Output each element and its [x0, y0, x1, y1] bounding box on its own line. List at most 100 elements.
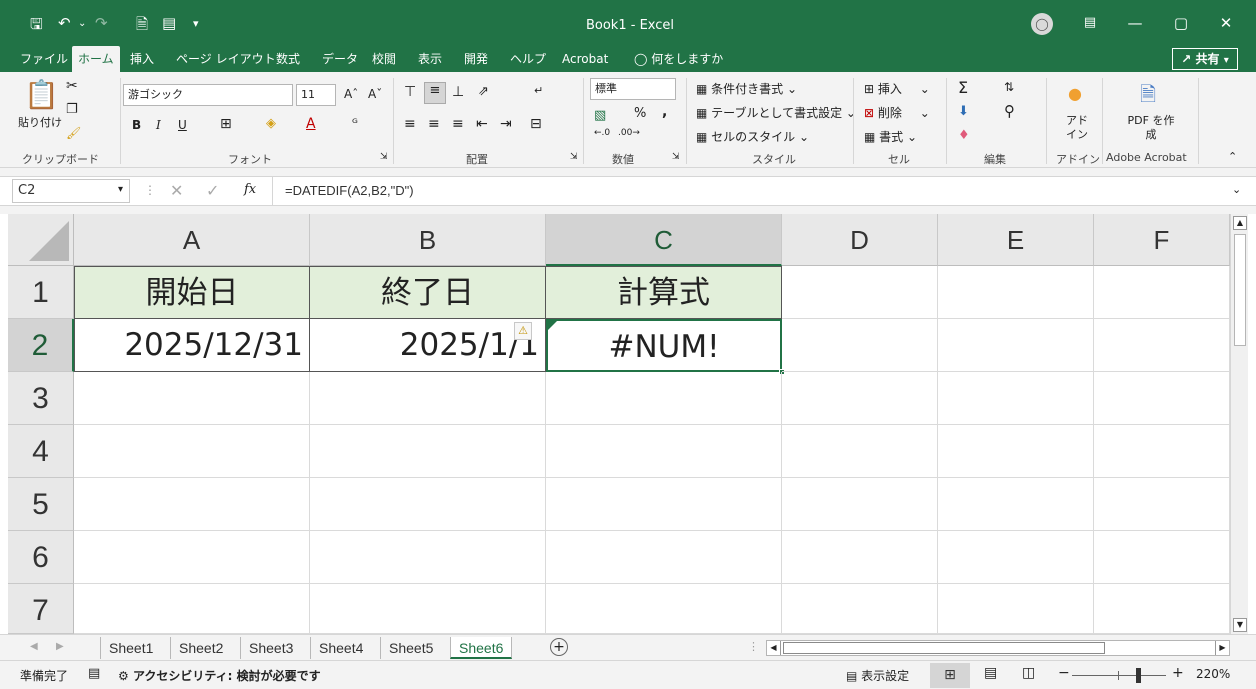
cell-styles-button[interactable]: ▦ セルのスタイル ⌄ — [696, 128, 809, 145]
cancel-icon[interactable]: ✕ — [170, 181, 183, 200]
sort-filter-icon[interactable]: ⇅ — [1004, 80, 1014, 94]
cell-c6[interactable] — [546, 531, 782, 584]
cell-e2[interactable] — [938, 319, 1094, 372]
normal-view-button[interactable]: ⊞ — [930, 663, 970, 688]
bold-button[interactable]: B — [132, 118, 141, 132]
scroll-right-icon[interactable]: ▶ — [1215, 641, 1229, 655]
close-icon[interactable]: ✕ — [1211, 10, 1241, 36]
align-right-icon[interactable]: ≡ — [452, 116, 464, 132]
font-name-select[interactable]: 游ゴシック — [123, 84, 293, 106]
format-painter-icon[interactable]: 🖌 — [66, 126, 81, 140]
tab-developer[interactable]: 開発 — [458, 46, 494, 72]
cell-d1[interactable] — [782, 266, 938, 319]
cell-e4[interactable] — [938, 425, 1094, 478]
alignment-dialog-launcher-icon[interactable]: ⇲ — [570, 152, 578, 162]
cell-c2[interactable]: #NUM! — [546, 319, 782, 372]
cell-f7[interactable] — [1094, 584, 1230, 634]
find-select-icon[interactable]: ⚲ — [1004, 102, 1015, 120]
cell-f3[interactable] — [1094, 372, 1230, 425]
accounting-format-icon[interactable]: ▧ — [594, 108, 606, 123]
pdf-icon[interactable]: 🗎 — [1140, 80, 1156, 114]
column-header-f[interactable]: F — [1094, 214, 1230, 266]
zoom-out-icon[interactable]: − — [1058, 665, 1070, 681]
cell-a1[interactable]: 開始日 — [74, 266, 310, 319]
worksheet-grid[interactable]: A B C D E F 1 2 3 4 5 6 7 開始日 終了日 計算式 20… — [0, 214, 1256, 634]
comma-button[interactable]: , — [662, 104, 667, 120]
percent-button[interactable]: % — [634, 106, 646, 121]
cell-c3[interactable] — [546, 372, 782, 425]
format-as-table-button[interactable]: ▦ テーブルとして書式設定 ⌄ — [696, 104, 856, 121]
splitter-icon[interactable]: ⋮ — [748, 640, 759, 653]
collapse-ribbon-icon[interactable]: ⌃ — [1228, 150, 1237, 163]
undo-icon[interactable]: ↶ — [58, 14, 71, 32]
zoom-slider-thumb[interactable] — [1136, 668, 1141, 683]
zoom-slider-track[interactable] — [1072, 675, 1166, 676]
cell-d2[interactable] — [782, 319, 938, 372]
select-all-button[interactable] — [8, 214, 74, 266]
insert-function-button[interactable]: fx — [244, 182, 256, 197]
cell-d5[interactable] — [782, 478, 938, 531]
cell-d3[interactable] — [782, 372, 938, 425]
number-format-select[interactable]: 標準 — [590, 78, 676, 100]
cell-e5[interactable] — [938, 478, 1094, 531]
horizontal-scrollbar[interactable]: ◀ ▶ — [766, 640, 1230, 656]
merge-center-icon[interactable]: ⊟ — [530, 116, 542, 132]
tab-home[interactable]: ホーム — [72, 46, 120, 72]
grow-font-icon[interactable]: Aˆ — [344, 87, 358, 101]
share-button[interactable]: ↗ 共有 ▾ — [1172, 48, 1238, 70]
redo-icon[interactable]: ↷ — [95, 14, 108, 32]
fill-icon[interactable]: ⬇ — [958, 104, 969, 119]
insert-cells-button[interactable]: ⊞ 挿入 ⌄ — [864, 80, 930, 97]
column-header-d[interactable]: D — [782, 214, 938, 266]
tab-acrobat[interactable]: Acrobat — [556, 46, 614, 72]
save-icon[interactable]: 🖫 — [30, 14, 43, 39]
name-box[interactable]: C2 — [12, 179, 130, 203]
scroll-left-icon[interactable]: ◀ — [767, 641, 781, 655]
paste-icon[interactable]: 📋 — [24, 78, 59, 111]
row-header-7[interactable]: 7 — [8, 584, 74, 634]
sheet-tab-6[interactable]: Sheet6 — [450, 637, 513, 659]
cell-b3[interactable] — [310, 372, 546, 425]
decrease-indent-icon[interactable]: ⇤ — [476, 116, 488, 132]
macro-record-icon[interactable]: ▤ — [88, 666, 100, 681]
cell-d6[interactable] — [782, 531, 938, 584]
sheet-tab-1[interactable]: Sheet1 — [100, 637, 161, 659]
horizontal-scroll-thumb[interactable] — [783, 642, 1105, 654]
addins-button[interactable]: アド イン — [1062, 114, 1092, 142]
scroll-down-icon[interactable]: ▼ — [1233, 618, 1247, 632]
create-pdf-button[interactable]: PDF を作成 — [1124, 114, 1178, 142]
cell-f4[interactable] — [1094, 425, 1230, 478]
cell-a5[interactable] — [74, 478, 310, 531]
error-warning-icon[interactable]: ⚠ — [514, 322, 532, 340]
cell-c7[interactable] — [546, 584, 782, 634]
column-header-b[interactable]: B — [310, 214, 546, 266]
conditional-formatting-button[interactable]: ▦ 条件付き書式 ⌄ — [696, 80, 797, 97]
cell-a3[interactable] — [74, 372, 310, 425]
add-sheet-icon[interactable]: + — [550, 638, 568, 656]
avatar-icon[interactable]: ◯ — [1031, 13, 1053, 35]
cell-a2[interactable]: 2025/12/31 — [74, 319, 310, 372]
row-header-4[interactable]: 4 — [8, 425, 74, 478]
row-header-1[interactable]: 1 — [8, 266, 74, 319]
accessibility-status[interactable]: ⚙ アクセシビリティ: 検討が必要です — [118, 667, 321, 684]
vertical-scroll-thumb[interactable] — [1234, 234, 1246, 346]
row-header-6[interactable]: 6 — [8, 531, 74, 584]
cell-d7[interactable] — [782, 584, 938, 634]
wrap-text-icon[interactable]: ↵ — [534, 84, 543, 97]
tab-review[interactable]: 校閲 — [366, 46, 402, 72]
sheet-tab-5[interactable]: Sheet5 — [380, 637, 441, 659]
cell-b6[interactable] — [310, 531, 546, 584]
tab-file[interactable]: ファイル — [14, 46, 74, 72]
format-cells-button[interactable]: ▦ 書式 ⌄ — [864, 128, 917, 145]
cut-icon[interactable]: ✂ — [66, 78, 78, 94]
form-icon[interactable]: ▤ — [162, 14, 176, 32]
align-left-icon[interactable]: ≡ — [404, 116, 416, 132]
underline-button[interactable]: U — [178, 118, 187, 132]
row-header-2[interactable]: 2 — [8, 319, 74, 372]
tab-page-layout[interactable]: ページ レイアウト — [170, 46, 282, 72]
page-break-view-icon[interactable]: ◫ — [1022, 665, 1035, 681]
fill-color-icon[interactable]: ◈ — [266, 116, 276, 131]
cell-e7[interactable] — [938, 584, 1094, 634]
prev-sheet-icon[interactable]: ◀ — [30, 641, 38, 652]
cell-a7[interactable] — [74, 584, 310, 634]
